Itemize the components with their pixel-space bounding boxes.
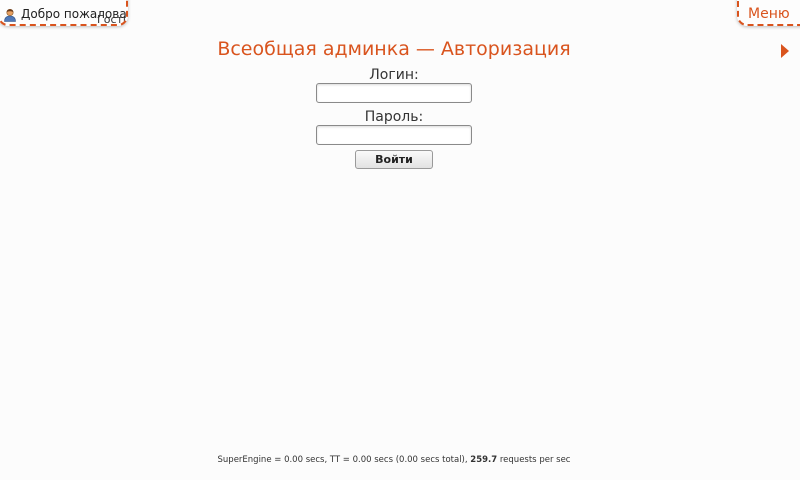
menu-button[interactable]: Меню	[737, 0, 800, 26]
footer-stats-suffix: requests per sec	[497, 455, 571, 465]
password-label: Пароль:	[364, 109, 424, 125]
footer-requests-value: 259.7	[470, 455, 498, 465]
login-label: Логин:	[369, 67, 419, 83]
admin-login-page: Добро пожаловать, Гость Меню Всеобщая ад…	[0, 0, 800, 480]
footer-stats-prefix: SuperEngine = 0.00 secs, TT = 0.00 secs …	[217, 455, 471, 465]
user-icon	[4, 8, 16, 22]
welcome-username: Гость	[97, 13, 128, 26]
login-input[interactable]	[316, 83, 472, 103]
menu-label: Меню	[748, 6, 790, 22]
footer-stats: SuperEngine = 0.00 secs, TT = 0.00 secs …	[0, 455, 788, 466]
welcome-panel[interactable]: Добро пожаловать, Гость	[0, 0, 128, 26]
login-button[interactable]: Войти	[355, 150, 433, 169]
password-input[interactable]	[316, 125, 472, 145]
page-title: Всеобщая админка — Авторизация	[217, 38, 571, 60]
